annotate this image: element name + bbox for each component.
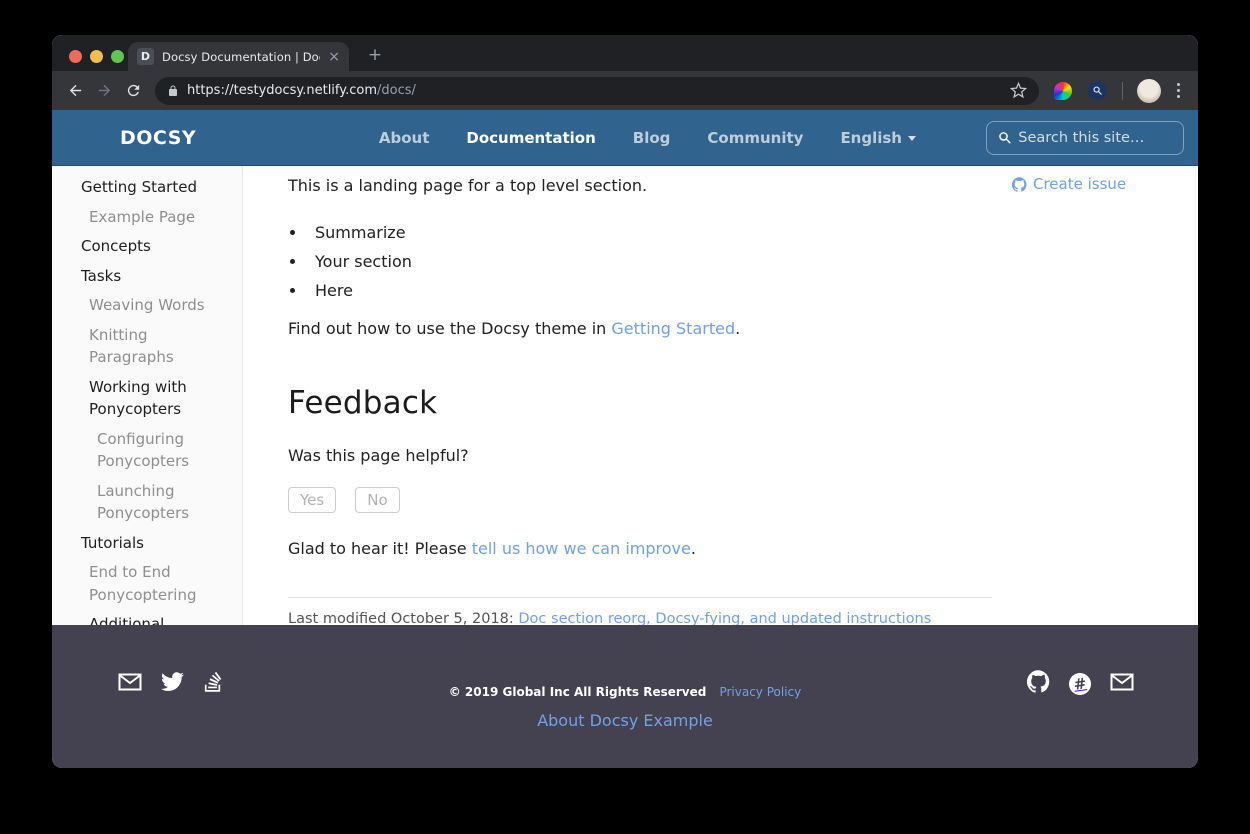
extension-password-icon[interactable] xyxy=(1088,81,1107,100)
tab-strip: D Docsy Documentation | Docsy × + xyxy=(52,35,1198,71)
nav-item-documentation[interactable]: Documentation xyxy=(466,129,595,147)
site-footer: © 2019 Global Inc All Rights Reserved Pr… xyxy=(52,625,1198,768)
sidebar-item-configuring-ponycopters[interactable]: Configuring Ponycopters xyxy=(52,428,216,473)
nav-item-community[interactable]: Community xyxy=(707,129,803,147)
nav-links: About Documentation Blog Community Engli… xyxy=(379,121,1184,155)
close-window-button[interactable] xyxy=(69,50,82,63)
sidebar-item-getting-started[interactable]: Getting Started xyxy=(52,176,216,199)
slack-icon[interactable]: # xyxy=(1069,673,1091,695)
feedback-heading: Feedback xyxy=(288,385,992,421)
feedback-yes-button[interactable]: Yes xyxy=(288,487,336,513)
copyright-text: © 2019 Global Inc All Rights Reserved xyxy=(449,685,707,699)
list-item: Your section xyxy=(307,252,992,271)
nav-item-language[interactable]: English xyxy=(840,129,916,147)
feedback-no-button[interactable]: No xyxy=(355,487,399,513)
tab-title: Docsy Documentation | Docsy xyxy=(162,50,320,64)
browser-window: D Docsy Documentation | Docsy × + https:… xyxy=(52,35,1198,768)
footer-social-right: # xyxy=(1027,670,1134,697)
minimize-window-button[interactable] xyxy=(90,50,103,63)
back-icon[interactable] xyxy=(62,77,89,104)
improve-link[interactable]: tell us how we can improve xyxy=(472,539,691,558)
email-icon[interactable] xyxy=(1110,672,1134,696)
main-content: This is a landing page for a top level s… xyxy=(243,166,1012,625)
profile-avatar[interactable] xyxy=(1137,79,1161,103)
traffic-lights xyxy=(69,50,124,63)
privacy-policy-link[interactable]: Privacy Policy xyxy=(719,685,801,699)
sidebar-item-knitting-paragraphs[interactable]: Knitting Paragraphs xyxy=(52,324,216,369)
docs-sidebar: Getting Started Example Page Concepts Ta… xyxy=(52,166,243,625)
summary-list: Summarize Your section Here xyxy=(307,223,992,300)
sidebar-item-weaving-words[interactable]: Weaving Words xyxy=(52,294,216,317)
divider xyxy=(288,597,992,598)
toolbar-separator xyxy=(1122,82,1123,100)
sidebar-item-example-page[interactable]: Example Page xyxy=(52,206,216,229)
sidebar-item-launching-ponycopters[interactable]: Launching Ponycopters xyxy=(52,480,216,525)
search-input[interactable] xyxy=(1018,130,1172,146)
sidebar-item-tasks[interactable]: Tasks xyxy=(52,265,216,288)
lock-icon xyxy=(167,84,179,98)
page-meta-links: Create issue xyxy=(1012,166,1198,625)
list-item: Here xyxy=(307,281,992,300)
getting-started-link[interactable]: Getting Started xyxy=(611,319,735,338)
url-text: https://testydocsy.netlify.com/docs/ xyxy=(187,83,1002,98)
feedback-response: Glad to hear it! Please tell us how we c… xyxy=(288,539,992,558)
sidebar-item-tutorials[interactable]: Tutorials xyxy=(52,532,216,555)
sidebar-item-concepts[interactable]: Concepts xyxy=(52,235,216,258)
about-docsy-link[interactable]: About Docsy Example xyxy=(537,711,713,730)
site-logo[interactable]: DOCSY xyxy=(120,127,196,149)
github-icon xyxy=(1012,177,1027,192)
page-body: Getting Started Example Page Concepts Ta… xyxy=(52,166,1198,625)
extension-rainbow-icon[interactable] xyxy=(1054,82,1072,100)
tab-favicon: D xyxy=(137,48,154,65)
browser-tab[interactable]: D Docsy Documentation | Docsy × xyxy=(128,42,349,71)
feedback-question: Was this page helpful? xyxy=(288,446,992,465)
search-box[interactable] xyxy=(986,121,1184,155)
browser-menu-icon[interactable] xyxy=(1177,83,1181,99)
nav-item-about[interactable]: About xyxy=(379,129,430,147)
zoom-window-button[interactable] xyxy=(111,50,124,63)
list-item: Summarize xyxy=(307,223,992,242)
intro-paragraph: This is a landing page for a top level s… xyxy=(288,173,992,199)
reload-icon[interactable] xyxy=(120,77,147,104)
sidebar-item-end-to-end-ponycoptering[interactable]: End to End Ponycoptering xyxy=(52,561,216,606)
tab-close-icon[interactable]: × xyxy=(328,50,340,64)
nav-item-blog[interactable]: Blog xyxy=(633,129,671,147)
new-tab-button[interactable]: + xyxy=(362,42,388,68)
bookmark-star-icon[interactable] xyxy=(1010,82,1027,99)
browser-toolbar: https://testydocsy.netlify.com/docs/ xyxy=(52,71,1198,110)
sidebar-item-working-with-ponycopters[interactable]: Working with Ponycopters xyxy=(52,376,216,421)
github-icon[interactable] xyxy=(1027,670,1050,697)
feedback-buttons: Yes No xyxy=(288,487,992,513)
findout-paragraph: Find out how to use the Docsy theme in G… xyxy=(288,319,992,338)
site-navbar: DOCSY About Documentation Blog Community… xyxy=(52,110,1198,166)
forward-icon[interactable] xyxy=(91,77,118,104)
search-icon xyxy=(998,130,1011,145)
address-bar[interactable]: https://testydocsy.netlify.com/docs/ xyxy=(155,77,1039,105)
chevron-down-icon xyxy=(908,136,916,141)
create-issue-link[interactable]: Create issue xyxy=(1012,175,1198,193)
